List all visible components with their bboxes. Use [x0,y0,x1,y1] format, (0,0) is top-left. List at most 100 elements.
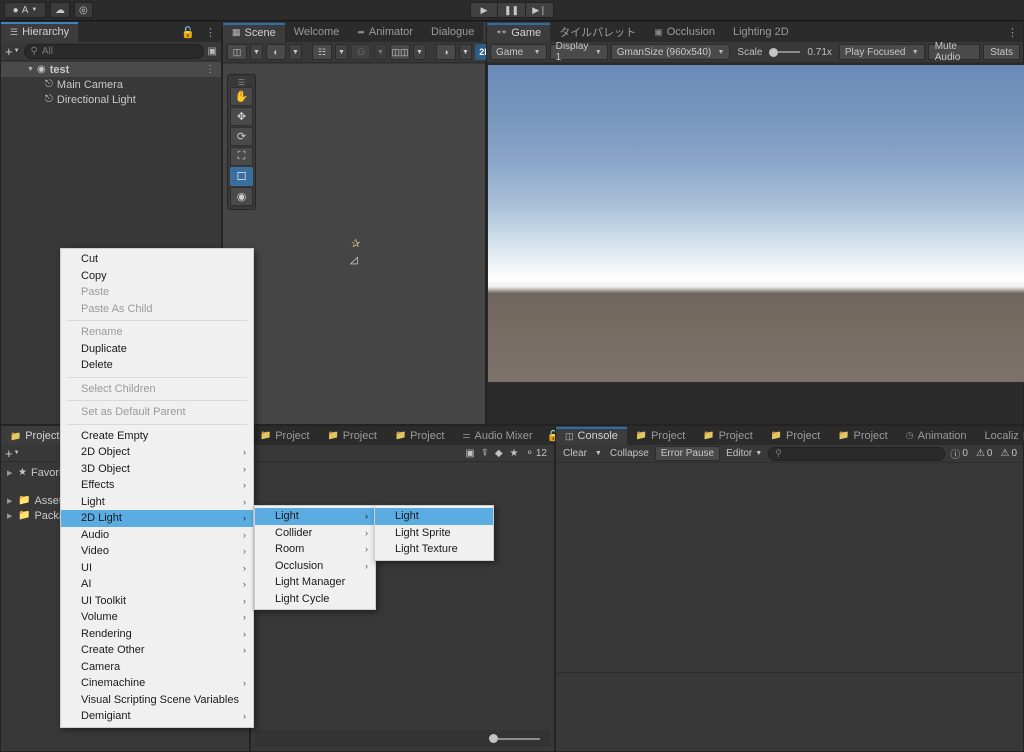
slider-knob[interactable] [489,734,498,743]
menu-item-2d-light[interactable]: 2D Light › [61,510,253,527]
game-view-dropdown[interactable]: Game ▼ [490,44,547,60]
rotate-tool[interactable]: ⟳ [230,127,253,146]
console-splitter[interactable] [557,672,1022,673]
menu-item-2d-object[interactable]: 2D Object › [61,444,253,461]
tab-tile-palette[interactable]: タイルパレット [550,22,645,42]
menu-item-light[interactable]: Light › [61,494,253,511]
play-button[interactable]: ▶ [470,2,498,18]
expand-arrow-icon[interactable]: ▶ [7,469,14,477]
move-tool[interactable]: ✥ [230,107,253,126]
menu-item-copy[interactable]: Copy [61,268,253,285]
console-search-input[interactable]: ⚲ [768,446,946,461]
transform-tool[interactable]: ◉ [230,187,253,206]
collapse-button[interactable]: Collapse [606,446,653,461]
mute-audio-button[interactable]: Mute Audio [927,41,981,63]
expand-arrow-icon[interactable]: ▼ [27,66,34,73]
ruler-dropdown[interactable]: ▼ [413,44,426,60]
light-gizmo[interactable]: ✰ [351,237,360,250]
expand-arrow-icon[interactable]: ▶ [7,512,14,520]
grid-toggle-icon[interactable]: ☷ [312,44,332,60]
submenu-item-light-sprite[interactable]: Light Sprite [375,525,493,542]
error-count[interactable]: ⚠ 0 [997,448,1020,459]
tab-welcome[interactable]: Welcome [285,22,349,42]
tab-project-3[interactable]: 📁 Project [386,426,453,445]
tab-game[interactable]: 👓 Game [487,22,551,42]
new-window-icon[interactable]: ▣ [465,448,474,459]
hierarchy-row-directional-light[interactable]: ⎋ Directional Light [1,92,221,107]
eraser-icon[interactable]: ◆ [495,448,503,459]
warning-count[interactable]: ⚠ 0 [973,448,996,459]
tab-animator[interactable]: ➦ Animator [348,22,422,42]
tab-lighting-2d[interactable]: Lighting 2D [724,22,798,42]
shading-icon[interactable]: ◫ [227,44,247,60]
filter-icon[interactable]: ▣ [208,46,217,57]
search-input[interactable]: ⚲ All [23,43,204,59]
menu-item-demigiant[interactable]: Demigiant › [61,708,253,725]
log-count[interactable]: ⓘ 0 [947,446,971,461]
tab-project-b[interactable]: 📁 Project [694,426,761,445]
hidden-count[interactable]: ⚬ 12 [525,448,547,459]
menu-item-ai[interactable]: AI › [61,576,253,593]
grid-dropdown[interactable]: ▼ [335,44,348,60]
slider-knob[interactable] [769,47,779,57]
pause-button[interactable]: ❚❚ [498,2,526,18]
tab-occlusion[interactable]: ▣ Occlusion [645,22,724,42]
menu-item-effects[interactable]: Effects › [61,477,253,494]
resolution-dropdown[interactable]: GmanSize (960x540) ▼ [610,44,731,60]
submenu-item-light-manager[interactable]: Light Manager [255,574,375,591]
rect-tool[interactable]: ☐ [230,167,253,186]
tab-project-c[interactable]: 📁 Project [762,426,829,445]
game-viewport[interactable] [488,65,1024,382]
menu-item-rendering[interactable]: Rendering › [61,626,253,643]
kebab-icon[interactable]: ⋮ [1002,22,1023,42]
menu-item-volume[interactable]: Volume › [61,609,253,626]
project-zoom-slider[interactable] [255,730,550,747]
menu-item-delete[interactable]: Delete [61,357,253,374]
tab-project-1[interactable]: 📁 Project [251,426,318,445]
services-button[interactable]: ◎ [74,2,93,18]
submenu-item-light[interactable]: Light [375,508,493,525]
tab-project-left[interactable]: 📁 Project [1,426,69,445]
tab-animation[interactable]: ◷ Animation [897,426,976,445]
lock-icon[interactable]: 🔓 [176,22,200,42]
console-log-list[interactable] [557,466,1022,750]
expand-arrow-icon[interactable]: ▶ [7,497,14,505]
menu-item-cinemachine[interactable]: Cinemachine › [61,675,253,692]
submenu-item-light-texture[interactable]: Light Texture [375,541,493,558]
menu-item-video[interactable]: Video › [61,543,253,560]
chevron-down-icon[interactable]: ▼ [593,446,604,461]
display-dropdown[interactable]: Display 1 ▼ [549,41,608,63]
cloud-button[interactable]: ☁ [50,2,70,18]
menu-item-ui-toolkit[interactable]: UI Toolkit › [61,593,253,610]
snap-icon[interactable]: ⚇ [351,44,371,60]
account-button[interactable]: ● A ▼ [4,2,46,18]
tab-project-a[interactable]: 📁 Project [627,426,694,445]
menu-item-visual-scripting-scene-variables[interactable]: Visual Scripting Scene Variables [61,692,253,709]
menu-item-ui[interactable]: UI › [61,560,253,577]
menu-item-camera[interactable]: Camera [61,659,253,676]
error-pause-button[interactable]: Error Pause [654,446,721,461]
submenu-item-light[interactable]: Light › [255,508,375,525]
tab-console[interactable]: ◫ Console [556,426,627,445]
scene-light-icon[interactable]: ◑ [436,44,456,60]
menu-item-create-empty[interactable]: Create Empty [61,428,253,445]
submenu-item-room[interactable]: Room › [255,541,375,558]
light-dropdown[interactable]: ▼ [459,44,472,60]
scale-slider[interactable] [769,47,801,57]
fx-dropdown[interactable]: ▼ [289,44,302,60]
tab-hierarchy[interactable]: ☰ Hierarchy [1,22,79,42]
hierarchy-row-test[interactable]: ▼ ◉ test ⋮ [1,62,221,77]
fx-icon[interactable]: ◐ [266,44,286,60]
tab-project-d[interactable]: 📁 Project [829,426,896,445]
menu-item-cut[interactable]: Cut [61,251,253,268]
kebab-icon[interactable]: ⋮ [200,22,221,42]
submenu-item-occlusion[interactable]: Occlusion › [255,558,375,575]
tab-localization[interactable]: Localiz [976,426,1021,445]
menu-item-create-other[interactable]: Create Other › [61,642,253,659]
kebab-icon[interactable]: ⋮ [205,64,215,75]
paint-icon[interactable]: ⍒ [482,448,488,459]
tab-dialogue[interactable]: Dialogue [422,22,483,42]
scene-viewport[interactable]: ☰ ✋ ✥ ⟳ ⛶ ☐ ◉ ✰ ◿ [223,64,485,424]
camera-gizmo[interactable]: ◿ [350,255,358,266]
scale-tool[interactable]: ⛶ [230,147,253,166]
